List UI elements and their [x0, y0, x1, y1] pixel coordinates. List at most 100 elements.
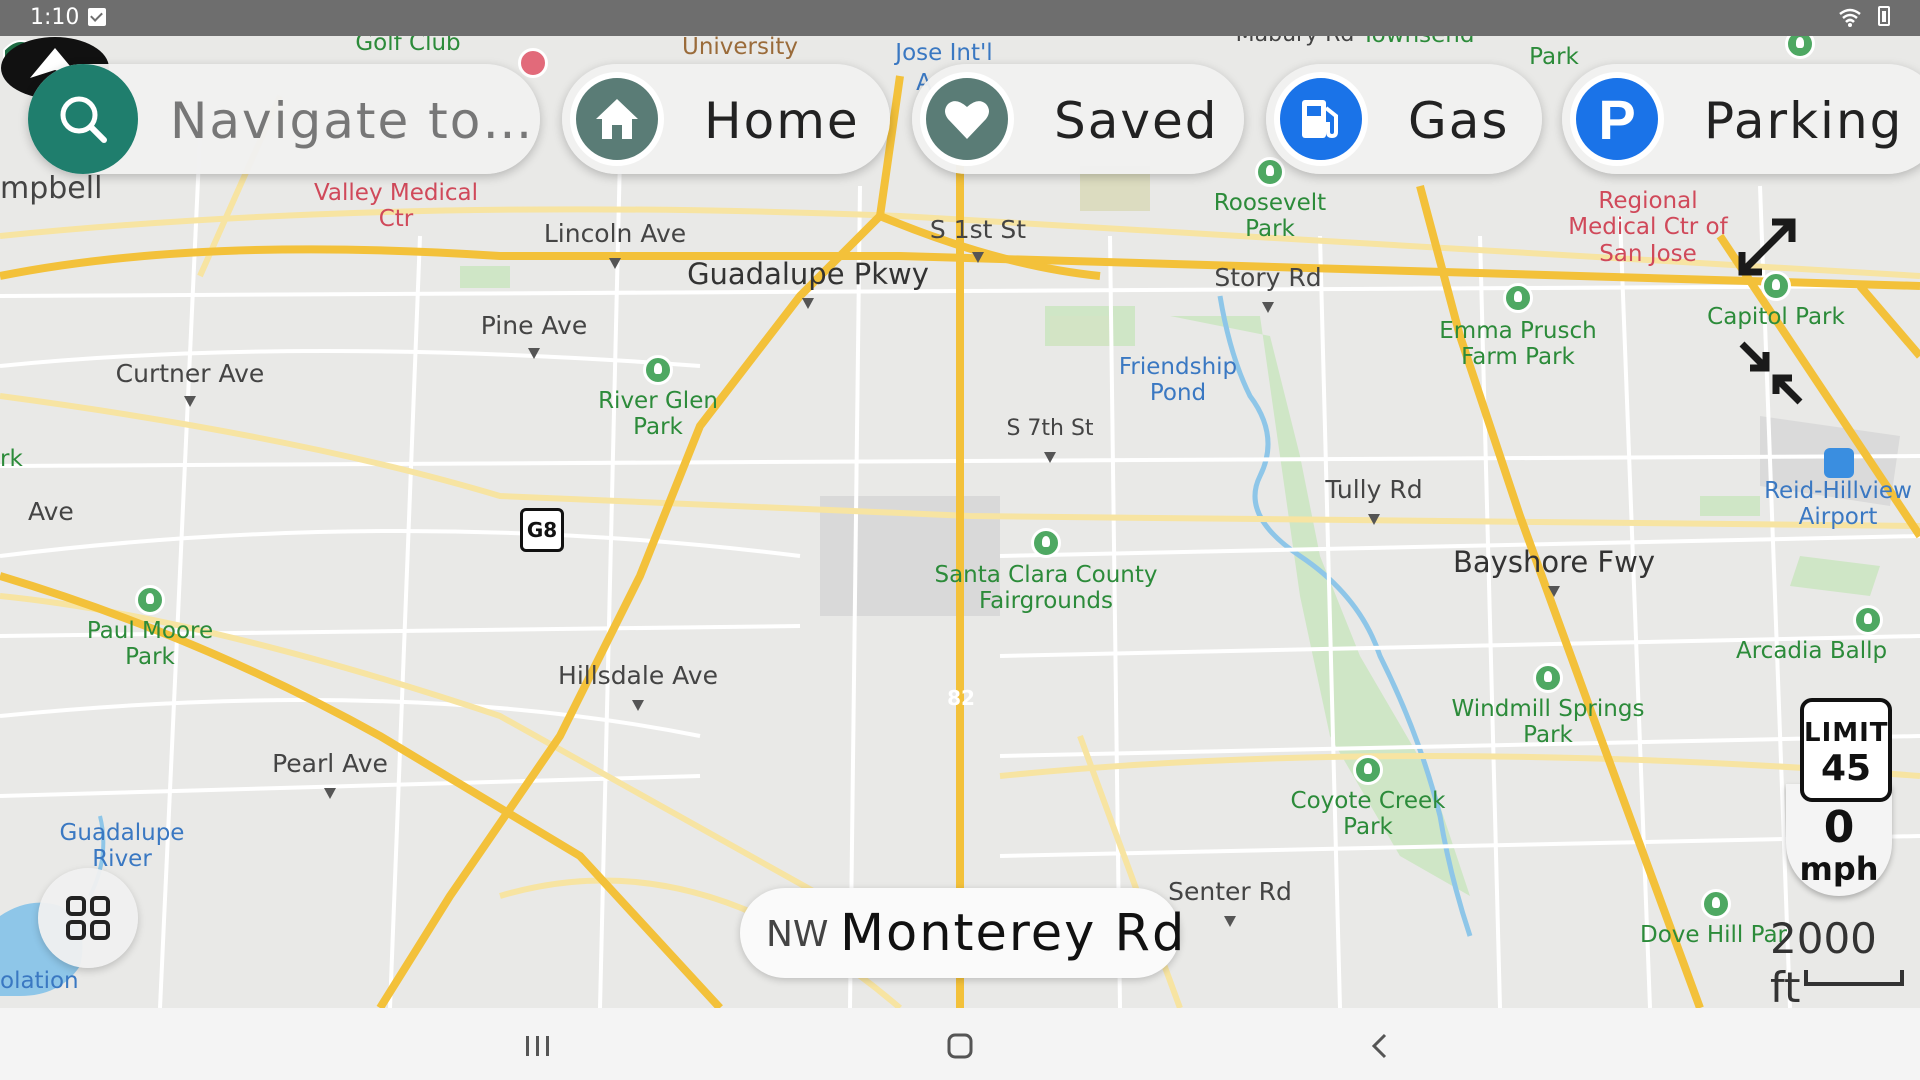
street-marker	[609, 258, 621, 269]
park-pin-icon	[1853, 605, 1883, 635]
poi-label: University	[681, 36, 799, 60]
map-canvas[interactable]: Lincoln Ave Guadalupe Pkwy S 1st St Stor…	[0, 36, 1920, 1008]
street-marker	[632, 700, 644, 711]
search-button[interactable]	[28, 64, 138, 174]
road-label: Senter Rd	[1168, 877, 1292, 906]
road-label: Guadalupe Pkwy	[687, 257, 929, 291]
road-label: rk	[0, 446, 23, 472]
gas-icon-circle	[1274, 72, 1368, 166]
recent-apps-button[interactable]	[518, 1026, 558, 1066]
park-label: Coyote Creek Park	[1290, 788, 1446, 841]
park-label: Emma Prusch Farm Park	[1439, 318, 1597, 371]
street-marker	[1262, 302, 1274, 313]
search-bar[interactable]: Navigate to…	[28, 64, 540, 174]
park-label: Roosevelt Park	[1213, 190, 1327, 243]
park-label: Paul Moore Park	[86, 618, 214, 671]
park-label: River Glen Park	[598, 388, 718, 441]
road-label: Townsend	[1362, 36, 1475, 48]
parking-icon-circle: P	[1570, 72, 1664, 166]
grid-icon	[66, 896, 110, 940]
road-label: Mabury Rd	[1236, 36, 1355, 47]
road-label: Jose Int'l	[895, 40, 993, 66]
water-label: Guadalupe River	[59, 820, 185, 873]
navigation-app: 1:10 Lincoln Ave Guadalupe Pkwy S 1st St…	[0, 0, 1920, 1080]
medical-label: Regional Medical Ctr of San Jose	[1568, 188, 1728, 267]
gas-label: Gas	[1408, 92, 1510, 150]
system-nav-bar	[0, 1008, 1920, 1080]
gas-button[interactable]: Gas	[1266, 64, 1542, 174]
road-label: Story Rd	[1214, 263, 1322, 292]
home-icon	[596, 99, 638, 139]
apps-grid-button[interactable]	[38, 868, 138, 968]
gas-station-icon	[1302, 100, 1338, 139]
road-label: Hillsdale Ave	[558, 661, 718, 690]
home-button[interactable]: Home	[562, 64, 890, 174]
map-scale-bar	[1804, 970, 1904, 986]
road-label: mpbell	[0, 171, 103, 206]
park-pin-icon	[643, 355, 673, 385]
home-label: Home	[704, 92, 860, 150]
current-street-banner: NW Monterey Rd	[740, 888, 1184, 978]
water-label: Reid-Hillview Airport	[1764, 478, 1912, 531]
park-label: Park	[1529, 44, 1579, 70]
medical-pin-icon	[518, 48, 548, 78]
speed-unit: mph	[1799, 850, 1879, 888]
parking-button[interactable]: P Parking	[1562, 64, 1920, 174]
road-label: S 7th St	[1006, 416, 1094, 441]
park-pin-icon	[135, 585, 165, 615]
water-label: olation	[0, 968, 79, 994]
street-name: Monterey Rd	[840, 904, 1187, 963]
home-icon-circle	[570, 72, 664, 166]
park-pin-icon	[1533, 663, 1563, 693]
home-nav-button[interactable]	[940, 1026, 980, 1066]
wifi-icon	[1839, 8, 1861, 27]
map-roads	[0, 75, 1920, 1008]
search-placeholder[interactable]: Navigate to…	[170, 92, 534, 150]
route-shield-82-label: 82	[947, 686, 975, 710]
back-button[interactable]	[1360, 1026, 1400, 1066]
road-label: S 1st St	[929, 215, 1027, 244]
medical-label: Valley Medical Ctr	[313, 180, 478, 233]
road-label: Pearl Ave	[272, 749, 388, 778]
street-marker	[528, 348, 540, 359]
park-label: Dove Hill Par	[1640, 922, 1788, 948]
status-bar: 1:10	[0, 0, 1920, 36]
collapse-icon[interactable]	[1736, 338, 1806, 408]
street-marker	[184, 396, 196, 407]
back-icon	[1371, 1033, 1387, 1059]
route-shield-g8: G8	[520, 508, 564, 552]
speed-value: 0	[1823, 802, 1855, 853]
road-label: Ave	[28, 497, 74, 526]
parking-icon: P	[1598, 87, 1636, 151]
park-label: Golf Club	[355, 36, 461, 56]
road-label: Bayshore Fwy	[1453, 545, 1655, 579]
park-pin-icon	[1031, 528, 1061, 558]
park-label: Arcadia Ballp	[1736, 638, 1888, 664]
saved-button[interactable]: Saved	[912, 64, 1244, 174]
checkbox-icon	[88, 8, 106, 26]
speed-limit-value: 45	[1820, 748, 1872, 789]
street-marker	[1368, 514, 1380, 525]
park-pin-icon	[1255, 157, 1285, 187]
street-marker	[1044, 452, 1056, 463]
street-marker	[972, 252, 984, 263]
road-label: Curtner Ave	[115, 359, 265, 388]
home-nav-icon	[947, 1033, 973, 1059]
speed-limit-sign: LIMIT 45	[1800, 698, 1892, 802]
heart-icon	[945, 101, 989, 139]
status-time: 1:10	[30, 5, 80, 30]
street-marker	[1224, 916, 1236, 927]
street-direction: NW	[766, 914, 829, 955]
park-label: Capitol Park	[1707, 304, 1845, 330]
battery-icon	[1878, 6, 1890, 26]
saved-label: Saved	[1054, 92, 1219, 150]
parking-label: Parking	[1704, 92, 1904, 150]
park-pin-icon	[1353, 755, 1383, 785]
road-label: Pine Ave	[480, 311, 588, 340]
saved-icon-circle	[920, 72, 1014, 166]
park-label: Santa Clara County Fairgrounds	[934, 562, 1158, 615]
water-label: Friendship Pond	[1118, 354, 1238, 407]
park-pin-icon	[1701, 889, 1731, 919]
expand-icon[interactable]	[1732, 212, 1802, 282]
recent-apps-icon	[526, 1036, 549, 1056]
